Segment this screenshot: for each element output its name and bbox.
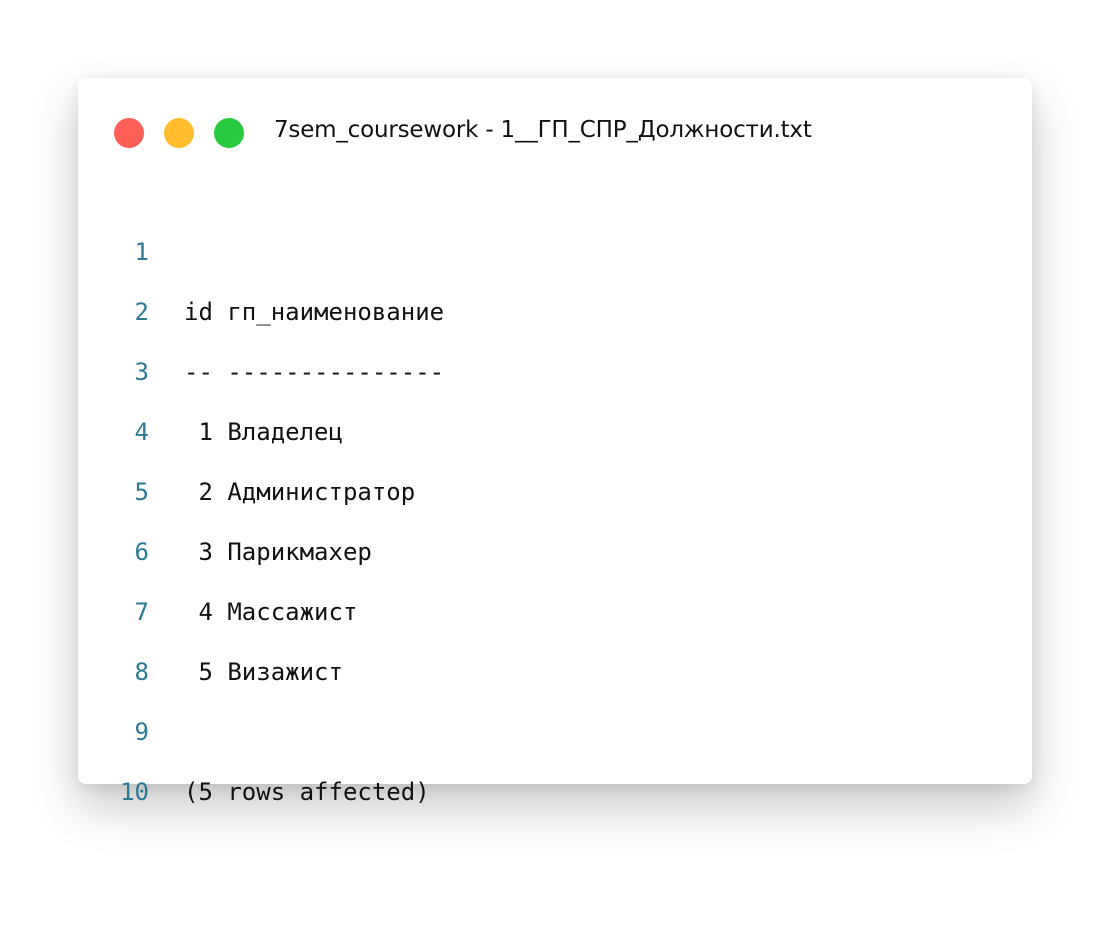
code-line: 10 — [78, 702, 1032, 806]
code-line: 4 2 Администратор — [78, 342, 1032, 506]
minimize-button[interactable] — [164, 118, 194, 148]
line-text: (5 rows affected) — [184, 778, 430, 806]
maximize-button[interactable] — [214, 118, 244, 148]
code-line: 9 (5 rows affected) — [78, 642, 1032, 806]
code-line: 2 -- --------------- — [78, 222, 1032, 386]
editor-window: 7sem_coursework - 1__ГП_СПР_Должности.tx… — [78, 78, 1032, 806]
code-line: 6 4 Массажист — [78, 462, 1032, 626]
close-button[interactable] — [114, 118, 144, 148]
code-view[interactable]: 1 id гп_наименование 2 -- --------------… — [78, 162, 1032, 806]
code-line: 8 — [78, 582, 1032, 686]
line-number: 10 — [120, 778, 149, 806]
window-title: 7sem_coursework - 1__ГП_СПР_Должности.tx… — [274, 117, 812, 143]
code-line: 1 id гп_наименование — [78, 162, 1032, 326]
code-line: 5 3 Парикмахер — [78, 402, 1032, 566]
code-line: 7 5 Визажист — [78, 522, 1032, 686]
code-line: 3 1 Владелец — [78, 282, 1032, 446]
